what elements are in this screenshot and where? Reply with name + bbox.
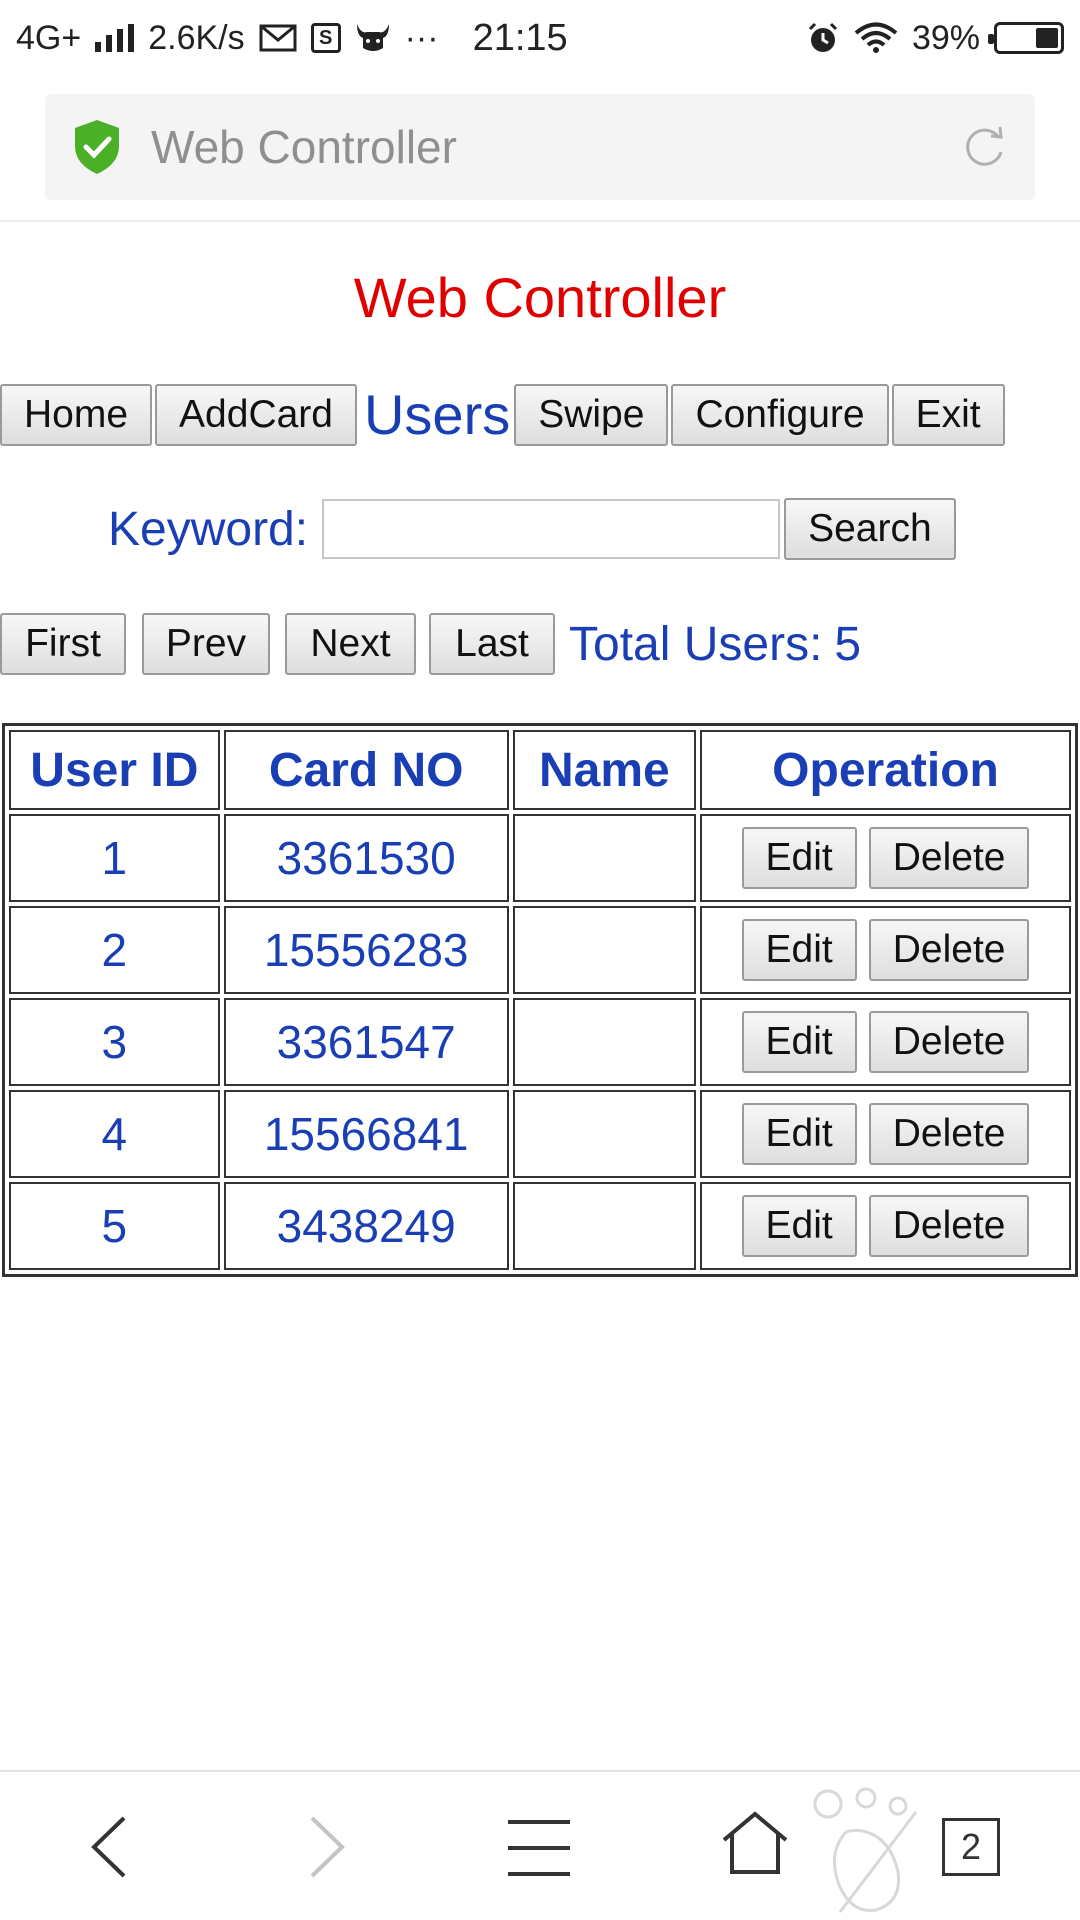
address-bar[interactable]: Web Controller: [45, 94, 1035, 200]
mascot-icon: [813, 1787, 918, 1913]
network-type: 4G+: [16, 18, 82, 57]
forward-icon[interactable]: [302, 1812, 352, 1882]
cell-operation: Edit Delete: [700, 814, 1071, 902]
signal-icon: [95, 24, 135, 52]
nav-addcard-button[interactable]: AddCard: [155, 384, 357, 446]
tabs-icon[interactable]: 2: [942, 1818, 1000, 1876]
menu-icon[interactable]: [506, 1818, 572, 1878]
cell-user-id: 4: [9, 1090, 220, 1178]
s-app-icon: S: [310, 23, 341, 53]
nav-current-users: Users: [363, 383, 511, 446]
delete-button[interactable]: Delete: [868, 1195, 1030, 1257]
status-bar: 4G+ 2.6K/s S ··· 21:15 39%: [0, 0, 1080, 76]
cell-operation: Edit Delete: [700, 1182, 1071, 1270]
alarm-icon: [808, 22, 837, 52]
cell-card-no: 3361530: [223, 814, 509, 902]
browser-address-area: Web Controller: [0, 76, 1080, 222]
bull-app-icon: [356, 24, 389, 51]
keyword-label: Keyword:: [108, 502, 309, 556]
mail-icon: [259, 24, 297, 52]
nav-swipe-button[interactable]: Swipe: [514, 384, 669, 446]
cell-card-no: 3361547: [223, 998, 509, 1086]
reload-icon[interactable]: [959, 122, 1009, 172]
cell-name: [512, 1090, 697, 1178]
search-button[interactable]: Search: [784, 498, 956, 560]
total-users-label: Total Users:: [569, 617, 823, 671]
pager: First Prev Next Last Total Users: 5: [0, 613, 861, 675]
search-form: Keyword: Search: [108, 498, 956, 560]
edit-button[interactable]: Edit: [741, 1103, 857, 1165]
battery-percent: 39%: [911, 18, 980, 57]
prev-page-button[interactable]: Prev: [142, 613, 270, 675]
wifi-icon: [854, 22, 898, 53]
cell-operation: Edit Delete: [700, 906, 1071, 994]
shield-check-icon: [75, 120, 119, 174]
table-row: 2 15556283 Edit Delete: [9, 906, 1071, 994]
page-title: Web Controller: [353, 266, 727, 329]
delete-button[interactable]: Delete: [868, 919, 1030, 981]
cell-operation: Edit Delete: [700, 1090, 1071, 1178]
nav-configure-button[interactable]: Configure: [671, 384, 889, 446]
status-bar-left: 4G+ 2.6K/s S ··· 21:15: [16, 17, 568, 60]
main-nav: Home AddCard Users Swipe Configure Exit: [0, 384, 1008, 446]
cell-name: [512, 906, 697, 994]
cell-operation: Edit Delete: [700, 998, 1071, 1086]
header-user-id: User ID: [9, 730, 220, 810]
cell-name: [512, 814, 697, 902]
battery-icon: [988, 22, 1064, 54]
last-page-button[interactable]: Last: [429, 613, 555, 675]
keyword-input[interactable]: [322, 499, 781, 559]
network-speed: 2.6K/s: [148, 18, 245, 57]
cell-name: [512, 998, 697, 1086]
cell-name: [512, 1182, 697, 1270]
status-bar-right: 39%: [806, 19, 1064, 58]
table-header-row: User ID Card NO Name Operation: [9, 730, 1071, 810]
cell-user-id: 3: [9, 998, 220, 1086]
cell-user-id: 1: [9, 814, 220, 902]
cell-user-id: 2: [9, 906, 220, 994]
clock-time: 21:15: [472, 16, 568, 59]
total-users-count: 5: [834, 617, 862, 671]
address-title: Web Controller: [151, 121, 457, 173]
nav-home-button[interactable]: Home: [0, 384, 153, 446]
browser-toolbar: [0, 1770, 1080, 1920]
delete-button[interactable]: Delete: [868, 1011, 1030, 1073]
delete-button[interactable]: Delete: [868, 1103, 1030, 1165]
header-name: Name: [512, 730, 697, 810]
cell-card-no: 15556283: [223, 906, 509, 994]
header-card-no: Card NO: [223, 730, 509, 810]
edit-button[interactable]: Edit: [741, 919, 857, 981]
table-row: 3 3361547 Edit Delete: [9, 998, 1071, 1086]
cell-card-no: 3438249: [223, 1182, 509, 1270]
delete-button[interactable]: Delete: [868, 827, 1030, 889]
table-row: 5 3438249 Edit Delete: [9, 1182, 1071, 1270]
more-notifications-icon: ···: [404, 18, 439, 57]
nav-exit-button[interactable]: Exit: [891, 384, 1005, 446]
edit-button[interactable]: Edit: [741, 827, 857, 889]
home-icon[interactable]: [720, 1810, 790, 1876]
back-icon[interactable]: [84, 1812, 134, 1882]
edit-button[interactable]: Edit: [741, 1011, 857, 1073]
cell-user-id: 5: [9, 1182, 220, 1270]
users-table: User ID Card NO Name Operation 1 3361530…: [2, 723, 1078, 1277]
header-operation: Operation: [700, 730, 1071, 810]
table-row: 4 15566841 Edit Delete: [9, 1090, 1071, 1178]
table-row: 1 3361530 Edit Delete: [9, 814, 1071, 902]
edit-button[interactable]: Edit: [741, 1195, 857, 1257]
cell-card-no: 15566841: [223, 1090, 509, 1178]
next-page-button[interactable]: Next: [285, 613, 416, 675]
first-page-button[interactable]: First: [0, 613, 126, 675]
